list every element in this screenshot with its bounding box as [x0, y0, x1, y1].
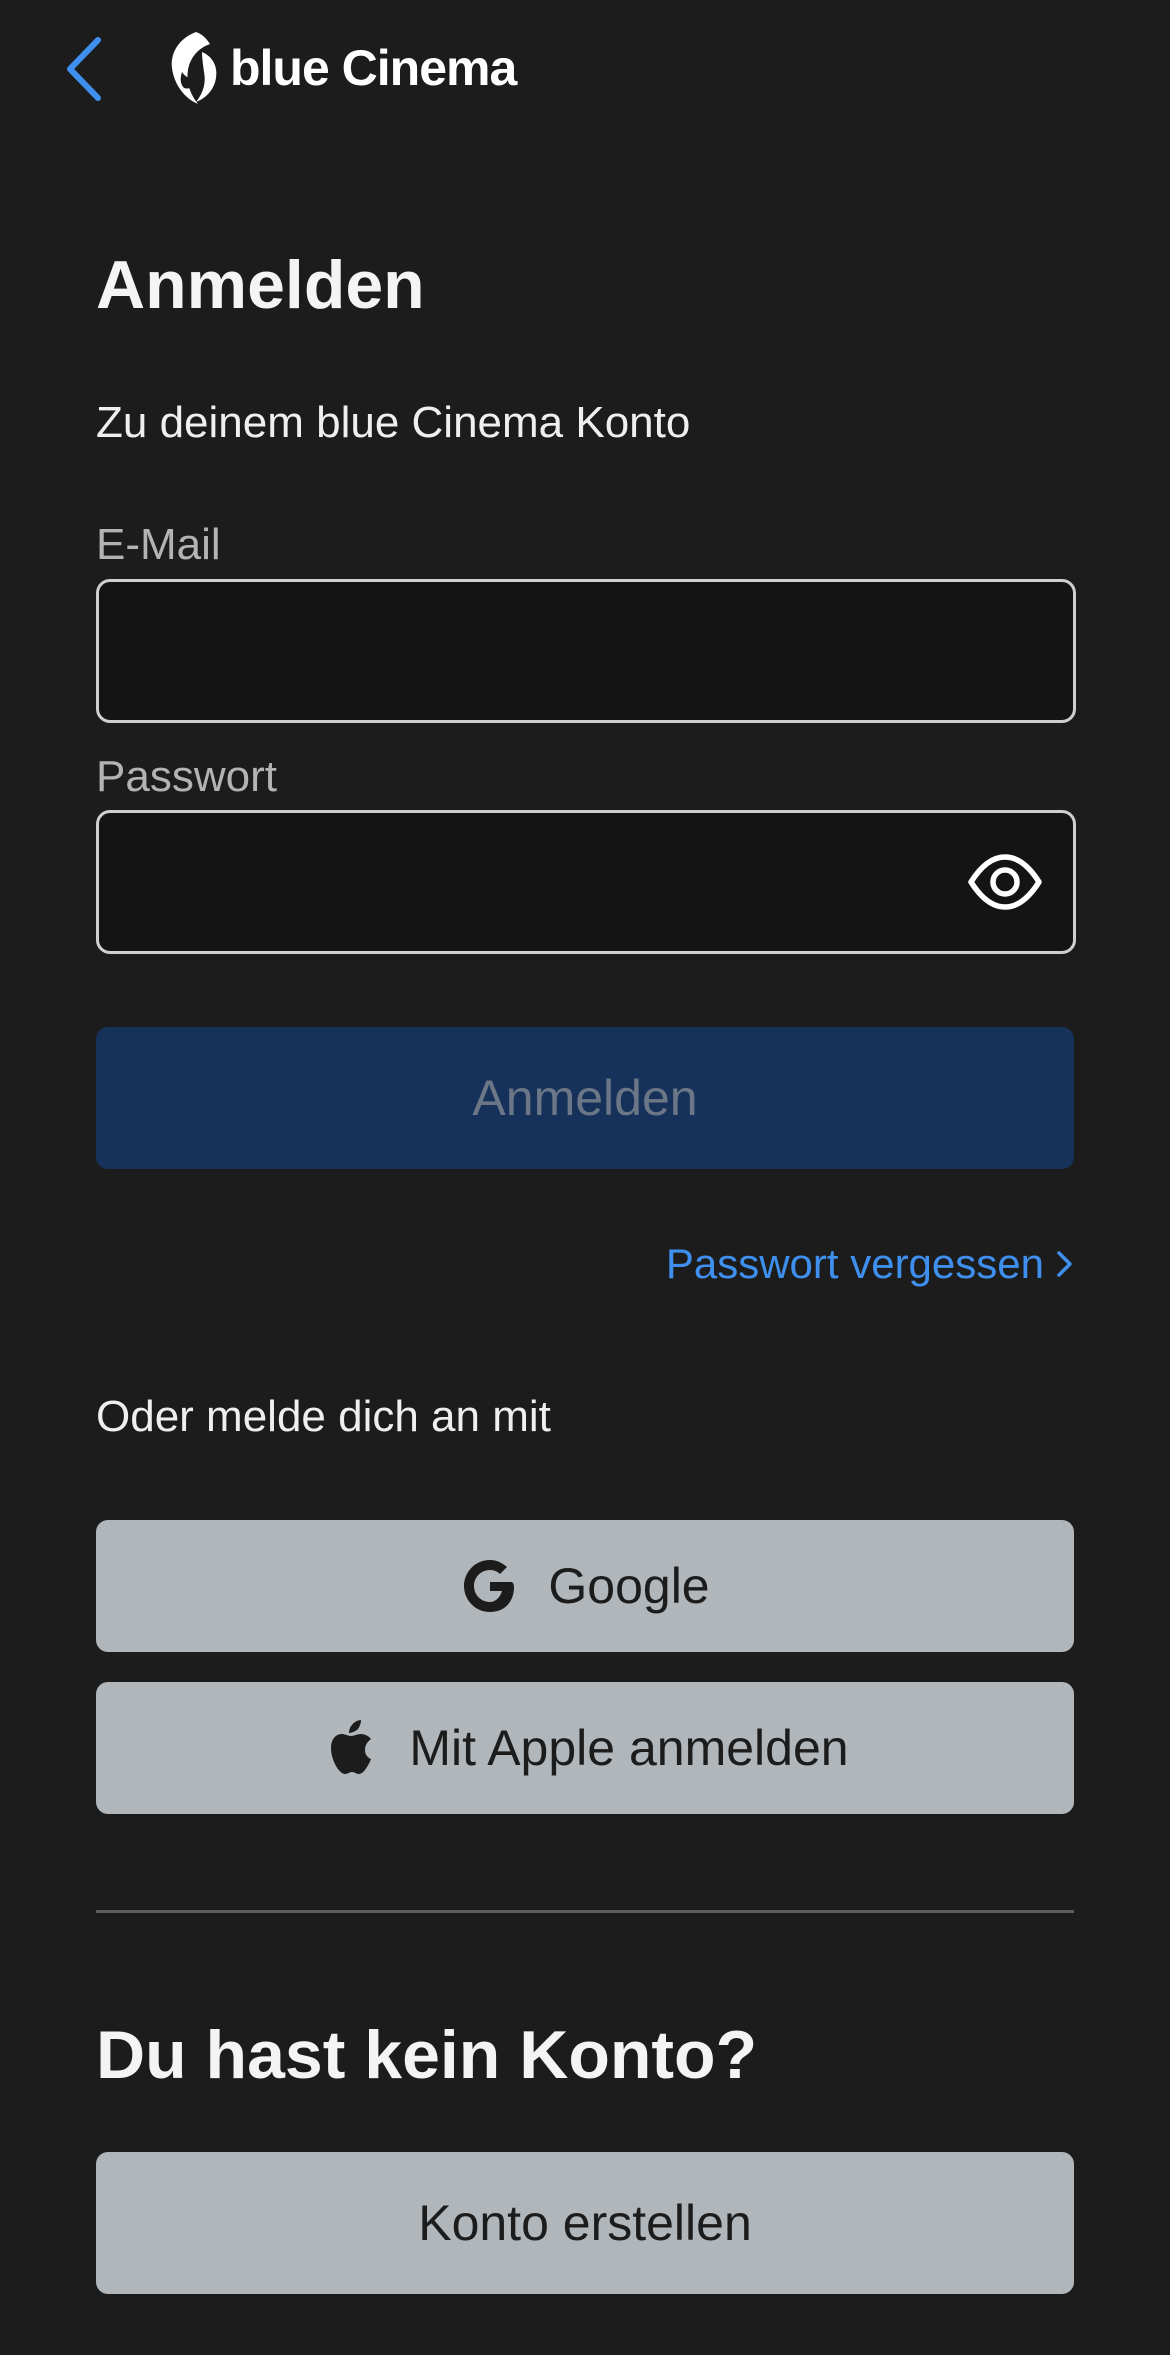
- logo-text: blue Cinema: [230, 40, 517, 96]
- social-login-intro: Oder melde dich an mit: [96, 1392, 551, 1441]
- apple-login-button[interactable]: Mit Apple anmelden: [96, 1682, 1074, 1814]
- back-button[interactable]: [58, 34, 110, 104]
- email-label: E-Mail: [96, 520, 221, 569]
- chevron-left-icon: [67, 37, 101, 101]
- password-input[interactable]: [99, 813, 1073, 951]
- google-login-button[interactable]: Google: [96, 1520, 1074, 1652]
- blue-cinema-logo: blue Cinema: [162, 28, 517, 108]
- page-title: Anmelden: [96, 247, 425, 323]
- app-header: blue Cinema: [0, 0, 1170, 140]
- email-input[interactable]: [99, 582, 1073, 720]
- create-account-button[interactable]: Konto erstellen: [96, 2152, 1074, 2294]
- password-label: Passwort: [96, 752, 277, 801]
- page-subtitle: Zu deinem blue Cinema Konto: [96, 398, 691, 447]
- google-icon: [464, 1560, 515, 1612]
- section-divider: [96, 1910, 1074, 1913]
- google-label: Google: [548, 1558, 710, 1614]
- apple-icon: [331, 1720, 372, 1774]
- forgot-password-label: Passwort vergessen: [665, 1240, 1044, 1287]
- forgot-password-link[interactable]: Passwort vergessen: [666, 1238, 1074, 1290]
- apple-label: Mit Apple anmelden: [409, 1720, 849, 1776]
- swisscom-logo-icon: [171, 32, 217, 104]
- login-button[interactable]: Anmelden: [96, 1027, 1074, 1169]
- no-account-heading: Du hast kein Konto?: [96, 2017, 758, 2093]
- password-field[interactable]: [96, 810, 1076, 954]
- eye-icon[interactable]: [967, 853, 1043, 911]
- chevron-right-icon: [1057, 1251, 1072, 1277]
- email-field[interactable]: [96, 579, 1076, 723]
